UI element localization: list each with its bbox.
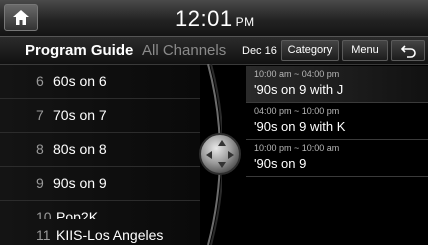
home-icon <box>13 10 29 25</box>
channel-filter-label: All Channels <box>142 42 227 59</box>
program-title: '90s on 9 <box>254 156 307 171</box>
knob-down-arrow-icon <box>218 162 226 168</box>
knob-up-arrow-icon <box>218 140 226 146</box>
channel-list: 6 60s on 6 7 70s on 7 8 80s on 8 9 90s o… <box>0 65 210 245</box>
program-time: 04:00 pm ~ 10:00 pm <box>254 106 340 116</box>
clock-time: 12:01 <box>175 6 233 31</box>
back-button[interactable] <box>391 40 425 61</box>
program-item-selected[interactable]: 10:00 am ~ 04:00 pm '90s on 9 with J <box>246 66 428 103</box>
program-title: '90s on 9 with J <box>254 82 344 97</box>
program-item[interactable]: 10:00 pm ~ 10:00 am '90s on 9 <box>246 140 428 177</box>
menu-button[interactable]: Menu <box>342 40 388 61</box>
clock-ampm: PM <box>235 15 255 29</box>
program-item[interactable]: 04:00 pm ~ 10:00 pm '90s on 9 with K <box>246 103 428 140</box>
category-button[interactable]: Category <box>281 40 339 61</box>
channel-row[interactable]: 8 80s on 8 <box>0 133 200 167</box>
program-time: 10:00 am ~ 04:00 pm <box>254 69 340 79</box>
clock: 12:01 PM <box>175 6 255 32</box>
channel-navigation-knob[interactable] <box>199 133 241 175</box>
channel-row[interactable]: 7 70s on 7 <box>0 99 200 133</box>
channel-number: 9 <box>36 175 44 191</box>
knob-left-arrow-icon <box>206 151 212 159</box>
program-time: 10:00 pm ~ 10:00 am <box>254 143 340 153</box>
channel-number: 8 <box>36 141 44 157</box>
channel-name: 80s on 8 <box>53 141 107 157</box>
knob-right-arrow-icon <box>228 151 234 159</box>
guide-date: Dec 16 <box>242 45 277 57</box>
status-bar: 12:01 PM <box>0 0 428 37</box>
channel-name: KIIS-Los Angeles <box>56 227 164 243</box>
channel-name: 60s on 6 <box>53 73 107 89</box>
channel-row[interactable]: 11 KIIS-Los Angeles <box>0 219 200 245</box>
channel-row[interactable]: 6 60s on 6 <box>0 65 200 99</box>
channel-name: 70s on 7 <box>53 107 107 123</box>
home-button[interactable] <box>4 4 38 31</box>
program-guide-screen: 12:01 PM Program Guide All Channels Dec 1… <box>0 0 428 245</box>
back-arrow-icon <box>401 45 416 58</box>
channel-name: 90s on 9 <box>53 175 107 191</box>
channel-row-selected[interactable]: 9 90s on 9 <box>0 167 200 201</box>
channel-number: 11 <box>36 227 51 243</box>
channel-number: 7 <box>36 107 44 123</box>
program-title: '90s on 9 with K <box>254 119 346 134</box>
channel-number: 6 <box>36 73 44 89</box>
page-title: Program Guide <box>25 42 134 59</box>
header-bar: Program Guide All Channels Dec 16 Catego… <box>0 37 428 65</box>
